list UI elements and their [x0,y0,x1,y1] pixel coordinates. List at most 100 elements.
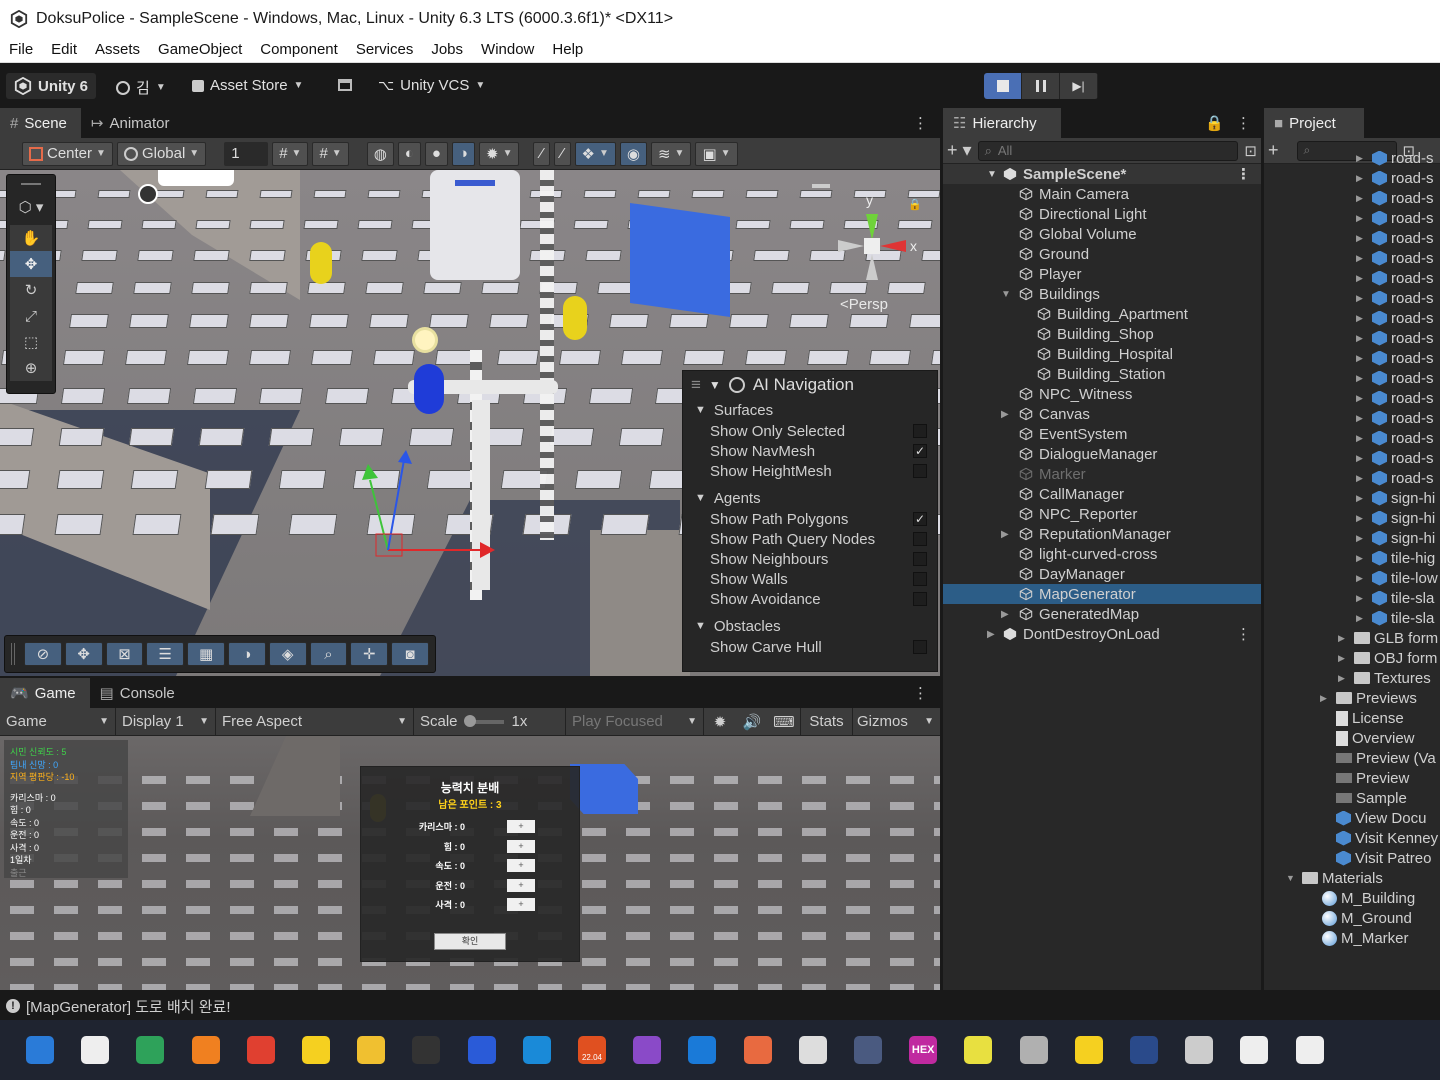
checkbox-checked[interactable]: ✓ [913,512,927,526]
foldout-closed-icon[interactable]: ▶ [1338,673,1350,684]
folder-item[interactable]: ▶ Textures [1264,668,1440,688]
ubuntu-icon[interactable]: 22.04 [575,1033,609,1067]
more-options-icon[interactable]: ⋮ [913,684,940,708]
checkbox[interactable] [913,532,927,546]
steam-icon[interactable] [1127,1033,1161,1067]
search-icon[interactable] [78,1033,112,1067]
game-mode-dropdown[interactable]: Game ▼ [0,707,116,736]
pause-button[interactable] [1022,73,1060,99]
project-item[interactable]: ▶ Previews [1264,688,1440,708]
hierarchy-item[interactable]: ▶ Canvas [943,404,1261,424]
menu-help[interactable]: Help [543,41,592,58]
menu-jobs[interactable]: Jobs [422,41,472,58]
surface-option[interactable]: Show HeightMesh [683,461,937,481]
foldout-closed-icon[interactable]: ▶ [1320,693,1332,704]
search-button[interactable]: ⌕ [309,642,348,666]
orientation-gizmo[interactable]: y x 🔒 [830,192,930,292]
foldout-closed-icon[interactable]: ▶ [1001,409,1009,420]
prefab-item[interactable]: ▶ road-s [1264,208,1440,228]
grid-button[interactable]: ▦ [187,642,225,666]
prefab-item[interactable]: ▶ road-s [1264,308,1440,328]
project-item[interactable]: Preview [1264,768,1440,788]
foldout-closed-icon[interactable]: ▶ [1356,233,1368,244]
chrome-icon[interactable] [244,1033,278,1067]
stats-button[interactable]: Stats [800,707,852,736]
scale-tool-button[interactable]: ⤢ [10,303,52,329]
hierarchy-item[interactable]: ▶ GeneratedMap [943,604,1261,624]
foldout-closed-icon[interactable]: ▶ [1356,593,1368,604]
unity-account-button[interactable]: Unity 6 [6,73,97,99]
prefab-item[interactable]: ▶ road-s [1264,168,1440,188]
drag-handle[interactable] [11,643,15,665]
grid-visibility-button[interactable]: # ▼ [312,141,349,166]
foldout-closed-icon[interactable]: ▶ [1356,533,1368,544]
prefab-item[interactable]: ▶ tile-hig [1264,548,1440,568]
foldout-closed-icon[interactable]: ▶ [1001,529,1009,540]
hierarchy-item[interactable]: Main Camera [943,184,1261,204]
stop-button[interactable] [984,73,1022,99]
navigation-button[interactable]: ⊘ [23,642,62,666]
foldout-closed-icon[interactable]: ▶ [1356,313,1368,324]
add-icon[interactable]: + ▾ [947,140,972,161]
dialog-plus-button[interactable]: + [507,878,535,892]
hierarchy-item[interactable]: DayManager [943,564,1261,584]
gizmos-dropdown[interactable]: Gizmos ▼ [852,707,938,736]
menu-file[interactable]: File [0,41,42,58]
foldout-closed-icon[interactable]: ▶ [1356,473,1368,484]
bake-button[interactable]: ⊠ [105,642,144,666]
step-button[interactable]: ▶| [1060,73,1098,99]
obstacle-option[interactable]: Show Carve Hull [683,637,937,657]
hand-tool-button[interactable]: ✋ [10,225,52,251]
game-viewport[interactable]: 시민 신뢰도 : 5 팀내 신망 : 0 지역 평판당 : -10 카리스마 : 0… [0,736,940,990]
sticky-notes-icon[interactable] [1072,1033,1106,1067]
draw-mode-button[interactable]: ◍ [366,141,394,166]
debug-button[interactable]: ✹ [704,708,736,736]
checkbox[interactable] [913,592,927,606]
agent-option[interactable]: Show Path Polygons ✓ [683,509,937,529]
hierarchy-item[interactable]: Building_Station [943,364,1261,384]
app-icon[interactable] [520,1033,554,1067]
tab-animator[interactable]: ↦ Animator [81,108,184,138]
hierarchy-item[interactable]: Global Volume [943,224,1261,244]
foldout-closed-icon[interactable]: ▶ [1356,513,1368,524]
app-green-icon[interactable] [133,1033,167,1067]
status-bar[interactable]: ! [MapGenerator] 도로 배치 완료! [0,992,1440,1020]
foldout-closed-icon[interactable]: ▶ [1356,293,1368,304]
prefab-item[interactable]: ▶ road-s [1264,328,1440,348]
drag-handle-icon[interactable]: ≡ [691,375,701,395]
hierarchy-search-input[interactable]: ⌕ All [977,140,1239,161]
surface-option[interactable]: Show NavMesh ✓ [683,441,937,461]
hierarchy-item[interactable]: Building_Shop [943,324,1261,344]
prefab-item[interactable]: ▶ road-s [1264,348,1440,368]
prefab-item[interactable]: ▶ road-s [1264,388,1440,408]
folder-item[interactable]: ▶ OBJ form [1264,648,1440,668]
transform-tool-button[interactable]: ⊕ [10,355,52,381]
foldout-closed-icon[interactable]: ▶ [1356,193,1368,204]
hierarchy-item[interactable]: DialogueManager [943,444,1261,464]
agent-option[interactable]: Show Walls [683,569,937,589]
mute-button[interactable]: 🔊 [736,708,768,736]
checkbox[interactable] [913,640,927,654]
tab-game[interactable]: 🎮 Game [0,678,90,708]
checkbox[interactable] [913,572,927,586]
unity-hub-icon[interactable] [1237,1033,1271,1067]
chatgpt-icon[interactable] [796,1033,830,1067]
tab-hierarchy[interactable]: ☷ Hierarchy [943,108,1061,138]
foldout-closed-icon[interactable]: ▶ [1356,433,1368,444]
project-item[interactable]: Visit Kenney [1264,828,1440,848]
rotate-tool-button[interactable]: ↻ [10,277,52,303]
prefab-item[interactable]: ▶ road-s [1264,228,1440,248]
account-dropdown[interactable]: 김 ▼ [116,77,166,98]
hierarchy-item[interactable]: EventSystem [943,424,1261,444]
scale-track[interactable] [463,714,504,727]
agent-option[interactable]: Show Path Query Nodes [683,529,937,549]
display-dropdown[interactable]: Display 1 ▼ [116,707,216,736]
terminal-icon[interactable] [409,1033,443,1067]
unity-icon[interactable] [1293,1033,1327,1067]
drag-handle-icon[interactable] [812,184,830,188]
vcs-dropdown[interactable]: ⌥ Unity VCS ▼ [378,77,485,94]
visual-studio-icon[interactable] [630,1033,664,1067]
tab-console[interactable]: ▤ Console [90,678,189,708]
hierarchy-item[interactable]: ▶ ReputationManager [943,524,1261,544]
foldout-closed-icon[interactable]: ▶ [1356,413,1368,424]
